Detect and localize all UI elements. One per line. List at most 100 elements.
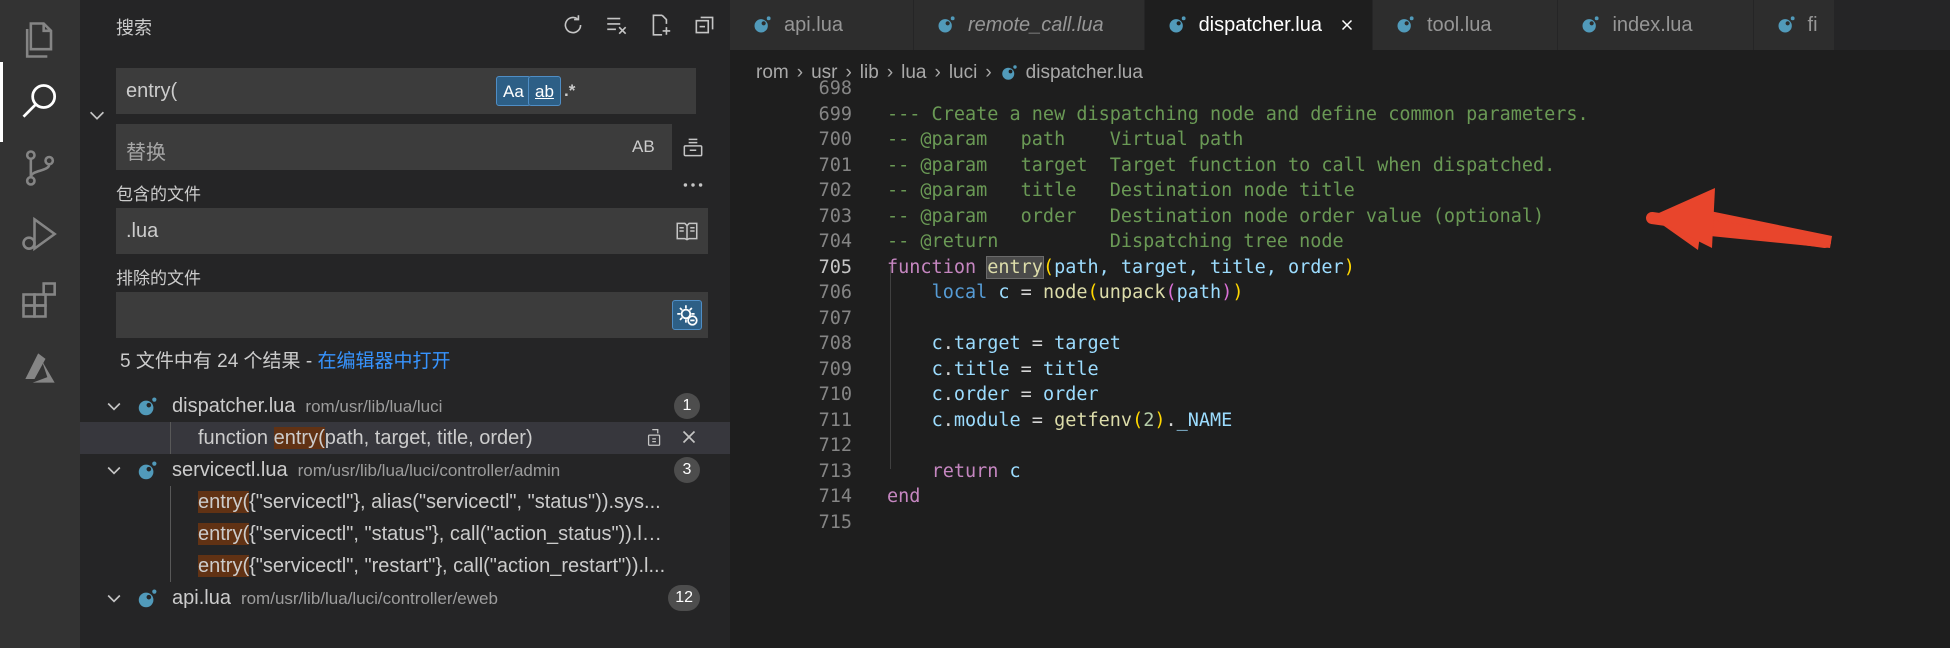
result-file-row[interactable]: servicectl.lua rom/usr/lib/lua/luci/contr… bbox=[80, 454, 730, 486]
exclude-files-input[interactable] bbox=[116, 292, 708, 338]
line-number: 710 bbox=[818, 384, 852, 405]
line-number: 701 bbox=[818, 154, 852, 176]
lua-file-icon bbox=[1169, 16, 1186, 33]
line-number: 699 bbox=[818, 103, 852, 125]
code-comment: -- @param path Virtual path bbox=[887, 129, 1244, 150]
tab-label: tool.lua bbox=[1426, 13, 1492, 36]
indent-guide bbox=[170, 550, 171, 582]
open-in-editor-link[interactable]: 在编辑器中打开 bbox=[317, 351, 450, 372]
replace-match-icon[interactable] bbox=[644, 426, 666, 448]
line-number: 707 bbox=[818, 307, 852, 329]
line-number: 704 bbox=[818, 231, 852, 252]
line-number: 703 bbox=[818, 205, 852, 227]
line-number: 708 bbox=[818, 333, 852, 354]
line-number: 709 bbox=[818, 358, 852, 380]
line-number: 706 bbox=[818, 282, 852, 303]
more-options-icon[interactable] bbox=[678, 170, 708, 200]
refresh-icon[interactable] bbox=[556, 10, 590, 40]
tab-index-lua[interactable]: index.lua bbox=[1558, 0, 1754, 50]
result-count-badge: 1 bbox=[674, 393, 700, 419]
match-highlight: entry( bbox=[198, 491, 250, 513]
result-match-row[interactable]: entry({"servicectl", "status"}, call("ac… bbox=[80, 518, 730, 550]
result-file-row[interactable]: dispatcher.lua rom/usr/lib/lua/luci 1 bbox=[80, 390, 730, 422]
result-match-text: entry({"servicectl"}, alias("servicectl"… bbox=[198, 491, 661, 513]
new-search-editor-icon[interactable] bbox=[644, 10, 678, 40]
chevron-down-icon[interactable] bbox=[104, 396, 124, 416]
line-number: 705 bbox=[818, 256, 852, 278]
match-highlight: entry( bbox=[198, 523, 250, 545]
line-number: 713 bbox=[818, 460, 852, 482]
clear-results-icon[interactable] bbox=[600, 10, 634, 40]
result-count-badge: 12 bbox=[668, 585, 700, 611]
sidebar-actions bbox=[556, 10, 722, 40]
code-text: end bbox=[887, 486, 921, 507]
lua-file-icon bbox=[938, 16, 955, 33]
match-highlight: entry( bbox=[198, 555, 250, 577]
lua-file-icon bbox=[138, 461, 157, 480]
code-line: 712 bbox=[730, 433, 1950, 459]
code-line: 710 c.order = order bbox=[730, 382, 1950, 408]
tab-label: fi bbox=[1807, 13, 1818, 36]
match-case-toggle[interactable]: Aa bbox=[496, 76, 531, 106]
replace-input[interactable]: 替换 AB bbox=[116, 124, 672, 170]
lua-file-icon bbox=[1582, 16, 1600, 33]
preserve-case-toggle[interactable]: AB bbox=[626, 132, 661, 162]
code-comment: -- @return Dispatching tree node bbox=[887, 231, 1344, 252]
result-file-path: rom/usr/lib/lua/luci/controller/eweb bbox=[240, 589, 498, 608]
code-line: 711 c.module = getfenv(2)._NAME bbox=[730, 408, 1950, 434]
code-line: 709 c.title = title bbox=[730, 357, 1950, 383]
results-summary: 5 文件中有 24 个结果 - 在编辑器中打开 bbox=[120, 346, 450, 373]
tab-remote-call-lua[interactable]: remote_call.lua bbox=[913, 0, 1145, 50]
code-comment: -- @param title Destination node title bbox=[887, 180, 1355, 201]
tab-dispatcher-lua[interactable]: dispatcher.lua bbox=[1144, 0, 1373, 50]
search-input-value: entry( bbox=[126, 80, 178, 102]
code-text: c.target = target bbox=[931, 333, 1121, 354]
result-match-row[interactable]: entry({"servicectl", "restart"}, call("a… bbox=[80, 550, 730, 582]
exclude-files-label: 排除的文件 bbox=[116, 269, 201, 288]
replace-all-icon[interactable] bbox=[678, 132, 708, 162]
azure-icon[interactable] bbox=[0, 328, 80, 408]
result-file-row[interactable]: api.lua rom/usr/lib/lua/luci/controller/e… bbox=[80, 582, 730, 614]
search-match-highlight: entry bbox=[986, 255, 1044, 279]
code-text: local c = node(unpack(path)) bbox=[931, 282, 1244, 303]
search-input[interactable]: entry( Aa ab .* bbox=[116, 68, 696, 114]
tab-tool-lua[interactable]: tool.lua bbox=[1372, 0, 1559, 50]
tab-overflow[interactable]: fi bbox=[1753, 0, 1835, 50]
include-files-label: 包含的文件 bbox=[116, 185, 201, 204]
tab-label: dispatcher.lua bbox=[1198, 13, 1322, 36]
lua-file-icon bbox=[138, 397, 157, 416]
result-file-name: dispatcher.lua rom/usr/lib/lua/luci bbox=[172, 395, 443, 417]
dismiss-match-icon[interactable] bbox=[678, 426, 700, 448]
tab-label: remote_call.lua bbox=[967, 13, 1104, 36]
code-line: 706 local c = node(unpack(path)) bbox=[730, 280, 1950, 306]
activity-bar bbox=[0, 0, 80, 648]
line-number: 702 bbox=[818, 180, 852, 201]
result-match-row[interactable]: function entry(path, target, title, orde… bbox=[80, 422, 730, 454]
result-file-name: api.lua rom/usr/lib/lua/luci/controller/e… bbox=[172, 587, 498, 609]
include-files-input[interactable]: .lua bbox=[116, 208, 708, 254]
editor-area: api.lua remote_call.lua dispatcher.lua t… bbox=[730, 0, 1950, 648]
regex-toggle[interactable]: .* bbox=[558, 76, 581, 106]
line-number: 714 bbox=[818, 486, 852, 507]
whole-word-toggle[interactable]: ab bbox=[528, 76, 561, 106]
lua-file-icon bbox=[138, 589, 157, 608]
editor-tabs: api.lua remote_call.lua dispatcher.lua t… bbox=[730, 0, 1950, 50]
code-line: 708 c.target = target bbox=[730, 331, 1950, 357]
open-editors-only-icon[interactable] bbox=[672, 216, 702, 246]
code-comment: --- Create a new dispatching node and de… bbox=[887, 103, 1589, 125]
result-match-text: entry({"servicectl", "restart"}, call("a… bbox=[198, 555, 666, 577]
match-actions bbox=[644, 426, 700, 448]
sidebar-header: 搜索 bbox=[80, 0, 730, 50]
use-exclude-settings-icon[interactable] bbox=[672, 300, 702, 330]
close-tab-icon[interactable] bbox=[1338, 16, 1356, 34]
indent-guide bbox=[170, 486, 171, 518]
code-line: 699 --- Create a new dispatching node and… bbox=[730, 102, 1950, 128]
line-number: 698 bbox=[818, 78, 852, 99]
chevron-down-icon[interactable] bbox=[104, 588, 124, 608]
include-files-value: .lua bbox=[126, 220, 159, 242]
collapse-all-icon[interactable] bbox=[688, 10, 722, 40]
tab-api-lua[interactable]: api.lua bbox=[730, 0, 914, 50]
result-match-row[interactable]: entry({"servicectl"}, alias("servicectl"… bbox=[80, 486, 730, 518]
chevron-down-icon[interactable] bbox=[104, 460, 124, 480]
toggle-replace-chevron-icon[interactable] bbox=[86, 104, 108, 126]
